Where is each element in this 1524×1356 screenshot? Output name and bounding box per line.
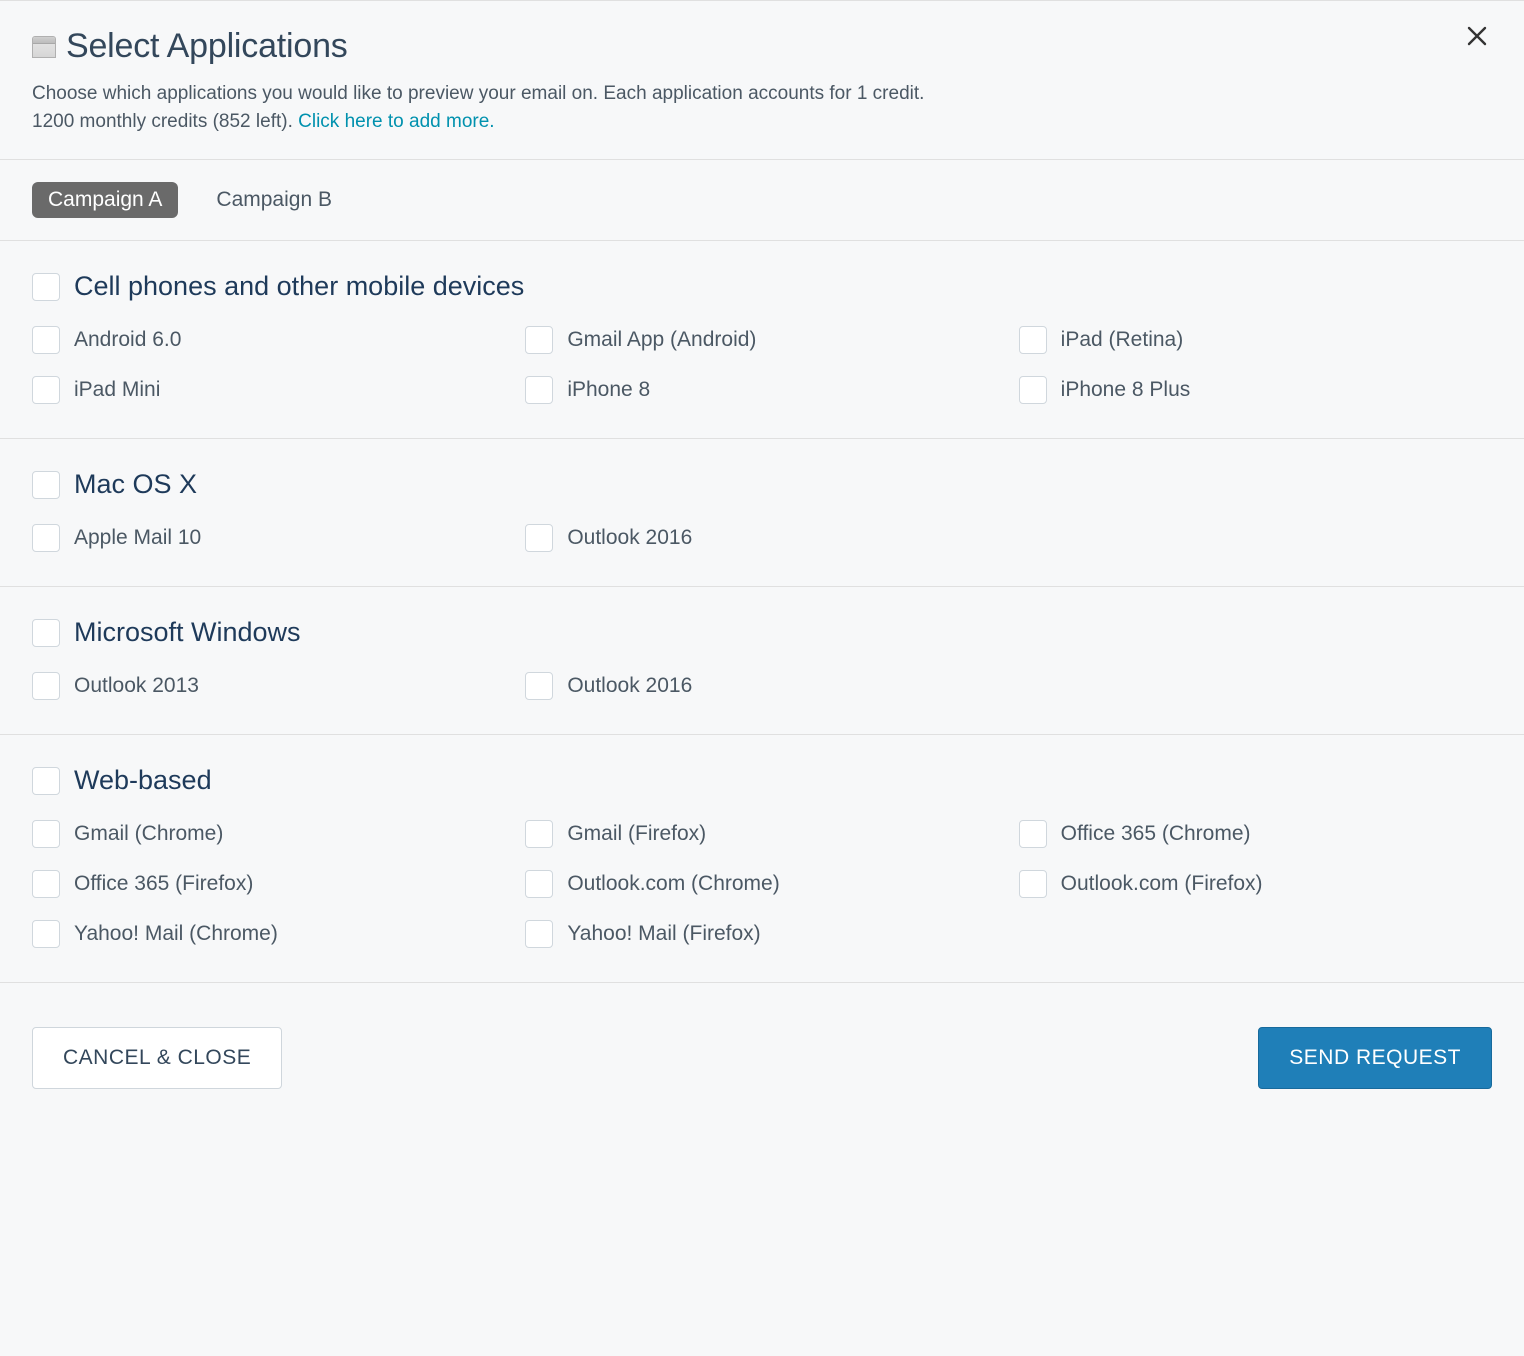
modal-title: Select Applications [66, 27, 348, 66]
section-microsoft-windows: Microsoft Windows Outlook 2013 Outlook 2… [0, 587, 1524, 735]
section-mobile-devices: Cell phones and other mobile devices And… [0, 241, 1524, 439]
section-web-based: Web-based Gmail (Chrome) Gmail (Firefox)… [0, 735, 1524, 983]
item-checkbox[interactable] [32, 376, 60, 404]
item-checkbox[interactable] [32, 524, 60, 552]
applications-icon [32, 36, 56, 58]
item-label: Yahoo! Mail (Firefox) [567, 922, 760, 946]
app-item[interactable]: Gmail App (Android) [525, 326, 998, 354]
tab-campaign-b[interactable]: Campaign B [200, 182, 348, 218]
item-checkbox[interactable] [32, 870, 60, 898]
item-checkbox[interactable] [525, 376, 553, 404]
item-checkbox[interactable] [32, 820, 60, 848]
item-label: Apple Mail 10 [74, 526, 201, 550]
close-button[interactable] [1462, 23, 1492, 53]
item-checkbox[interactable] [1019, 326, 1047, 354]
item-label: iPad (Retina) [1061, 328, 1184, 352]
item-label: Gmail (Chrome) [74, 822, 223, 846]
item-label: Office 365 (Chrome) [1061, 822, 1251, 846]
item-checkbox[interactable] [32, 326, 60, 354]
item-checkbox[interactable] [32, 672, 60, 700]
app-item[interactable]: Gmail (Chrome) [32, 820, 505, 848]
item-checkbox[interactable] [1019, 376, 1047, 404]
app-item[interactable]: iPad Mini [32, 376, 505, 404]
item-label: Outlook 2013 [74, 674, 199, 698]
campaign-tabs: Campaign A Campaign B [0, 159, 1524, 241]
item-label: Yahoo! Mail (Chrome) [74, 922, 278, 946]
item-checkbox[interactable] [1019, 870, 1047, 898]
subtitle-line1: Choose which applications you would like… [32, 83, 924, 104]
tab-campaign-a[interactable]: Campaign A [32, 182, 178, 218]
app-item[interactable]: Gmail (Firefox) [525, 820, 998, 848]
add-credits-link[interactable]: Click here to add more. [298, 111, 494, 132]
item-label: Outlook.com (Firefox) [1061, 872, 1263, 896]
app-item[interactable]: Outlook 2013 [32, 672, 505, 700]
app-item[interactable]: iPhone 8 Plus [1019, 376, 1492, 404]
item-label: iPhone 8 [567, 378, 650, 402]
close-icon [1466, 25, 1488, 47]
cancel-button[interactable]: CANCEL & CLOSE [32, 1027, 282, 1089]
section-title: Microsoft Windows [74, 617, 301, 648]
item-label: Outlook.com (Chrome) [567, 872, 779, 896]
app-item[interactable]: Outlook 2016 [525, 524, 998, 552]
app-item[interactable]: Yahoo! Mail (Firefox) [525, 920, 998, 948]
item-label: Gmail App (Android) [567, 328, 756, 352]
app-item[interactable]: Office 365 (Firefox) [32, 870, 505, 898]
section-title: Web-based [74, 765, 212, 796]
subtitle-line2-prefix: 1200 monthly credits (852 left). [32, 111, 298, 132]
app-item[interactable]: Office 365 (Chrome) [1019, 820, 1492, 848]
item-label: iPad Mini [74, 378, 160, 402]
item-checkbox[interactable] [525, 326, 553, 354]
item-checkbox[interactable] [525, 672, 553, 700]
send-request-button[interactable]: SEND REQUEST [1258, 1027, 1492, 1089]
app-item[interactable]: Outlook.com (Firefox) [1019, 870, 1492, 898]
app-item[interactable]: Android 6.0 [32, 326, 505, 354]
section-checkbox[interactable] [32, 767, 60, 795]
item-label: Office 365 (Firefox) [74, 872, 253, 896]
section-checkbox[interactable] [32, 471, 60, 499]
section-checkbox[interactable] [32, 273, 60, 301]
item-label: Gmail (Firefox) [567, 822, 706, 846]
app-item[interactable]: Yahoo! Mail (Chrome) [32, 920, 505, 948]
item-label: Outlook 2016 [567, 674, 692, 698]
section-mac-os-x: Mac OS X Apple Mail 10 Outlook 2016 [0, 439, 1524, 587]
section-checkbox[interactable] [32, 619, 60, 647]
item-label: Android 6.0 [74, 328, 181, 352]
item-checkbox[interactable] [32, 920, 60, 948]
item-checkbox[interactable] [525, 920, 553, 948]
item-checkbox[interactable] [525, 820, 553, 848]
select-applications-modal: Select Applications Choose which applica… [0, 0, 1524, 1123]
modal-footer: CANCEL & CLOSE SEND REQUEST [0, 983, 1524, 1123]
section-title: Cell phones and other mobile devices [74, 271, 524, 302]
item-checkbox[interactable] [525, 524, 553, 552]
app-item[interactable]: iPhone 8 [525, 376, 998, 404]
modal-subtitle: Choose which applications you would like… [32, 80, 1492, 135]
item-label: iPhone 8 Plus [1061, 378, 1191, 402]
section-title: Mac OS X [74, 469, 197, 500]
app-item[interactable]: iPad (Retina) [1019, 326, 1492, 354]
item-checkbox[interactable] [1019, 820, 1047, 848]
modal-header: Select Applications Choose which applica… [0, 1, 1524, 159]
item-checkbox[interactable] [525, 870, 553, 898]
app-item[interactable]: Outlook.com (Chrome) [525, 870, 998, 898]
item-label: Outlook 2016 [567, 526, 692, 550]
app-item[interactable]: Outlook 2016 [525, 672, 998, 700]
app-item[interactable]: Apple Mail 10 [32, 524, 505, 552]
